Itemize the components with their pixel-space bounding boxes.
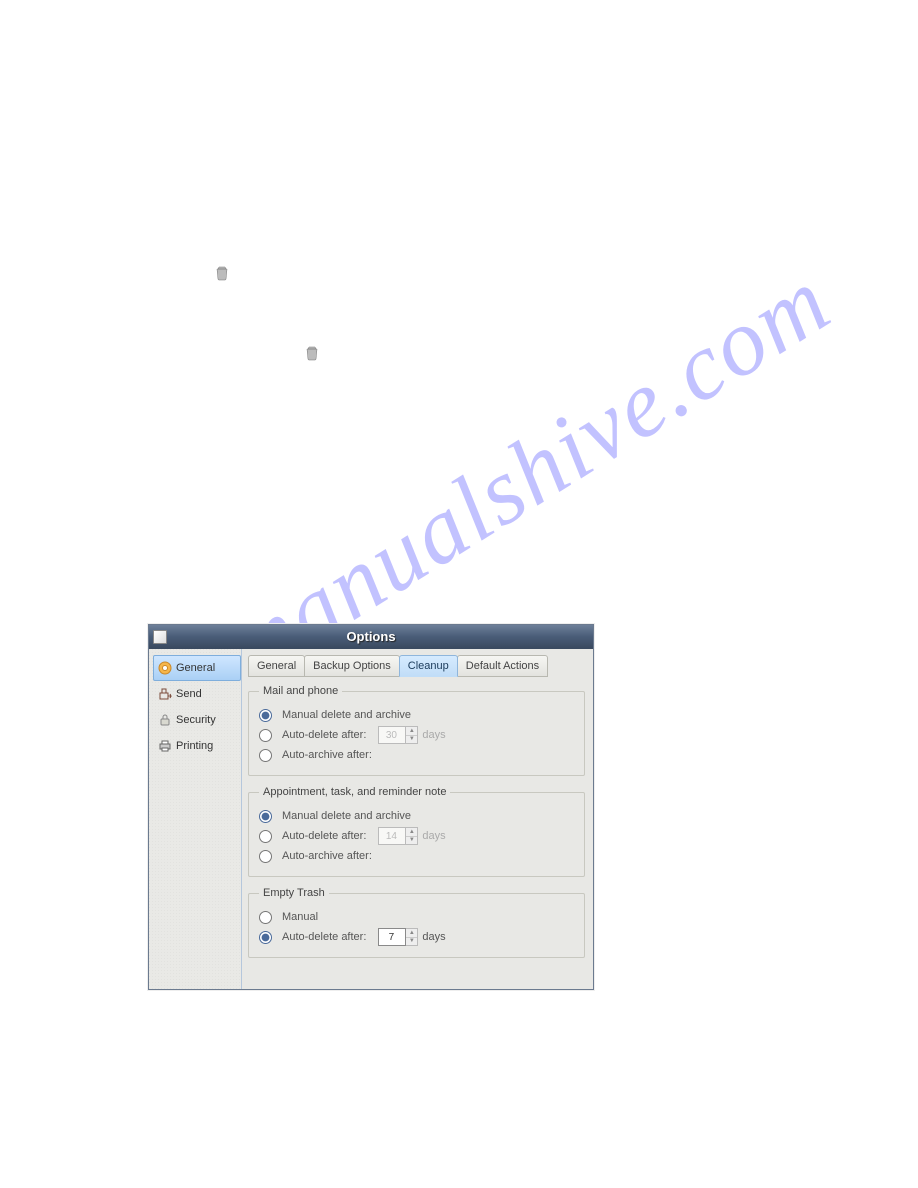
option-label: Manual delete and archive: [282, 810, 411, 822]
spin-down-icon[interactable]: ▼: [406, 736, 417, 744]
tab-label: Backup Options: [313, 660, 391, 672]
tab-general[interactable]: General: [248, 655, 305, 677]
group-empty-trash: Empty Trash Manual Auto-delete after: 7 …: [248, 887, 585, 958]
spinner[interactable]: ▲▼: [406, 827, 418, 845]
radio-trash-manual[interactable]: [259, 911, 272, 924]
radio-appt-manual[interactable]: [259, 810, 272, 823]
spinner[interactable]: ▲▼: [406, 928, 418, 946]
sidebar-item-printing[interactable]: Printing: [153, 733, 241, 759]
tab-backup-options[interactable]: Backup Options: [304, 655, 400, 677]
days-unit: days: [422, 931, 445, 943]
category-sidebar: General Send Security Printing: [149, 649, 241, 989]
tab-label: General: [257, 660, 296, 672]
sidebar-item-send[interactable]: Send: [153, 681, 241, 707]
sidebar-item-general[interactable]: General: [153, 655, 241, 681]
option-label: Manual: [282, 911, 318, 923]
radio-mail-autoarchive[interactable]: [259, 749, 272, 762]
trash-icon: [305, 345, 319, 361]
sidebar-item-label: Printing: [176, 740, 213, 752]
tab-row: General Backup Options Cleanup Default A…: [248, 655, 585, 677]
spin-down-icon[interactable]: ▼: [406, 837, 417, 845]
tab-default-actions[interactable]: Default Actions: [457, 655, 548, 677]
days-unit: days: [422, 830, 445, 842]
general-icon: [158, 661, 172, 675]
radio-trash-autodelete[interactable]: [259, 931, 272, 944]
sidebar-item-label: Send: [176, 688, 202, 700]
spin-down-icon[interactable]: ▼: [406, 938, 417, 946]
tab-label: Default Actions: [466, 660, 539, 672]
days-input[interactable]: 7: [378, 928, 406, 946]
spin-up-icon[interactable]: ▲: [406, 929, 417, 938]
options-dialog: Options General Send Security: [148, 624, 594, 990]
trash-icon: [215, 265, 229, 281]
sidebar-item-security[interactable]: Security: [153, 707, 241, 733]
option-label: Manual delete and archive: [282, 709, 411, 721]
radio-appt-autodelete[interactable]: [259, 830, 272, 843]
days-input[interactable]: 14: [378, 827, 406, 845]
spin-up-icon[interactable]: ▲: [406, 727, 417, 736]
days-unit: days: [422, 729, 445, 741]
group-appointment: Appointment, task, and reminder note Man…: [248, 786, 585, 877]
settings-panel: General Backup Options Cleanup Default A…: [241, 649, 593, 989]
lock-icon: [158, 713, 172, 727]
group-legend: Appointment, task, and reminder note: [259, 786, 450, 798]
radio-mail-manual[interactable]: [259, 709, 272, 722]
days-input[interactable]: 30: [378, 726, 406, 744]
radio-mail-autodelete[interactable]: [259, 729, 272, 742]
group-mail-phone: Mail and phone Manual delete and archive…: [248, 685, 585, 776]
group-legend: Mail and phone: [259, 685, 342, 697]
sidebar-item-label: General: [176, 662, 215, 674]
option-label: Auto-delete after:: [282, 931, 366, 943]
send-icon: [158, 687, 172, 701]
spin-up-icon[interactable]: ▲: [406, 828, 417, 837]
printer-icon: [158, 739, 172, 753]
option-label: Auto-delete after:: [282, 830, 366, 842]
option-label: Auto-archive after:: [282, 850, 372, 862]
window-title: Options: [149, 629, 593, 644]
option-label: Auto-delete after:: [282, 729, 366, 741]
option-label: Auto-archive after:: [282, 749, 372, 761]
spinner[interactable]: ▲▼: [406, 726, 418, 744]
radio-appt-autoarchive[interactable]: [259, 850, 272, 863]
tab-label: Cleanup: [408, 660, 449, 672]
group-legend: Empty Trash: [259, 887, 329, 899]
sidebar-item-label: Security: [176, 714, 216, 726]
titlebar[interactable]: Options: [149, 625, 593, 649]
tab-cleanup[interactable]: Cleanup: [399, 655, 458, 677]
